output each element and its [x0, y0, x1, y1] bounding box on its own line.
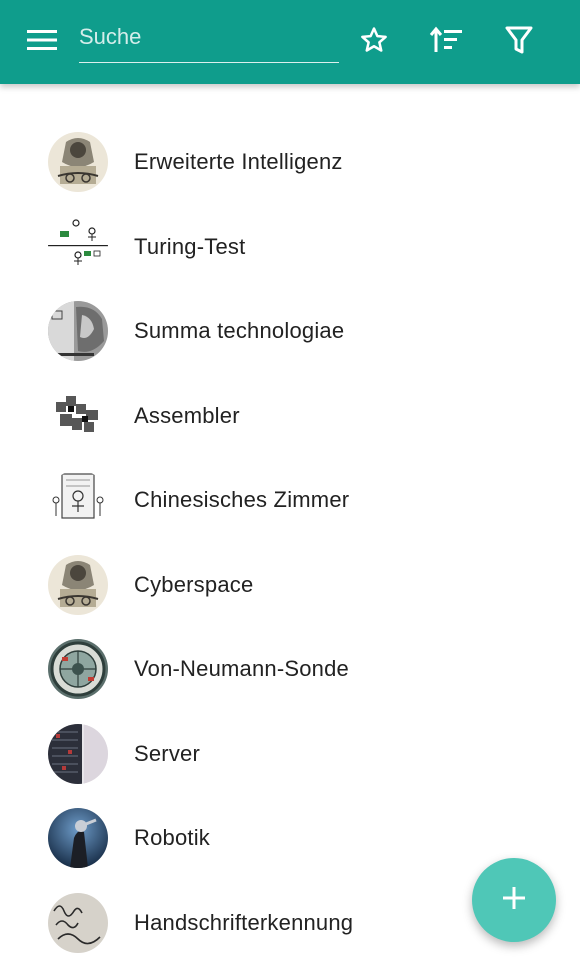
robot-thumbnail	[48, 808, 108, 869]
list-item[interactable]: Von-Neumann-Sonde	[0, 627, 580, 712]
filter-button[interactable]	[495, 18, 543, 66]
menu-button[interactable]	[18, 18, 66, 66]
list-item-label: Von-Neumann-Sonde	[134, 656, 349, 682]
turing-test-diagram-thumbnail	[48, 216, 108, 277]
sketch-thumbnail	[48, 470, 108, 531]
list-item[interactable]: Chinesisches Zimmer	[0, 458, 580, 543]
list-item[interactable]: Server	[0, 712, 580, 797]
topic-list: Erweiterte Intelligenz Turing-Test Summa…	[0, 120, 580, 965]
top-app-bar	[0, 0, 580, 84]
sort-button[interactable]	[422, 18, 470, 66]
probe-thumbnail	[48, 639, 108, 700]
search-field	[79, 18, 339, 63]
pixel-pattern-thumbnail	[48, 385, 108, 446]
list-item-label: Robotik	[134, 825, 210, 851]
add-button[interactable]	[472, 858, 556, 942]
list-item[interactable]: Assembler	[0, 374, 580, 459]
list-item[interactable]: Erweiterte Intelligenz	[0, 120, 580, 205]
list-item-label: Turing-Test	[134, 233, 246, 259]
list-item[interactable]: Turing-Test	[0, 205, 580, 290]
server-rack-thumbnail	[48, 723, 108, 784]
list-item[interactable]: Cyberspace	[0, 543, 580, 628]
list-item-label: Summa technologiae	[134, 318, 345, 344]
star-icon	[359, 25, 389, 60]
list-item-label: Cyberspace	[134, 571, 254, 597]
list-item-label: Erweiterte Intelligenz	[134, 149, 343, 175]
list-item-label: Handschrifterkennung	[134, 909, 354, 935]
list-item-label: Server	[134, 740, 200, 766]
handwriting-thumbnail	[48, 892, 108, 953]
menu-icon	[27, 29, 57, 56]
list-item-label: Chinesisches Zimmer	[134, 487, 350, 513]
search-input[interactable]	[79, 18, 339, 56]
plus-icon	[501, 885, 527, 916]
engraving-thumbnail	[48, 554, 108, 615]
favorites-button[interactable]	[350, 18, 398, 66]
list-item-label: Assembler	[134, 402, 240, 428]
book-cover-thumbnail	[48, 301, 108, 362]
engraving-thumbnail	[48, 132, 108, 193]
sort-icon	[429, 25, 463, 60]
list-item[interactable]: Summa technologiae	[0, 289, 580, 374]
filter-icon	[505, 25, 533, 60]
app-root: Erweiterte Intelligenz Turing-Test	[0, 0, 580, 966]
